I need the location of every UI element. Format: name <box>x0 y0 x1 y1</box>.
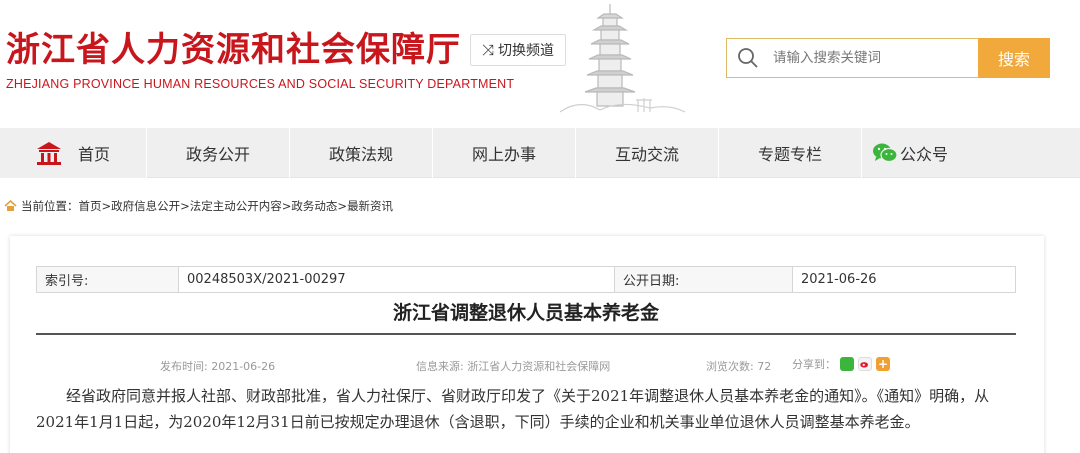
search-input[interactable] <box>773 50 963 66</box>
info-source: 信息来源: 浙江省人力资源和社会保障网 <box>416 360 611 373</box>
nav-label-home: 首页 <box>77 145 110 164</box>
publish-time: 发布时间: 2021-06-26 <box>160 360 276 373</box>
nav-item-wechat[interactable]: 公众号 <box>862 128 968 178</box>
nav-item-policies[interactable]: 政策法规 <box>290 128 433 178</box>
location-home-icon <box>4 200 17 211</box>
share-label: 分享到： <box>792 358 836 371</box>
share-bar: 分享到： + <box>792 356 890 372</box>
nav-label-wechat: 公众号 <box>900 145 949 164</box>
site-subtitle-en: ZHEJIANG PROVINCE HUMAN RESOURCES AND SO… <box>6 77 515 91</box>
article-meta-table: 索引号: 00248503X/2021-00297 公开日期: 2021-06-… <box>36 266 1016 293</box>
search-icon <box>738 48 758 68</box>
breadcrumb-separator: > <box>101 199 112 213</box>
breadcrumb-item[interactable]: 首页 <box>79 198 102 214</box>
pagoda-illustration-icon <box>559 4 686 113</box>
breadcrumb-item[interactable]: 最新资讯 <box>347 198 393 214</box>
nav-item-home[interactable]: 首页 <box>0 128 147 178</box>
article-body: 经省政府同意并报人社部、财政部批准，省人力社保厅、省财政厅印发了《关于2021年… <box>36 383 1026 435</box>
view-count: 浏览次数: 72 <box>706 360 772 373</box>
index-value: 00248503X/2021-00297 <box>178 266 615 293</box>
nav-item-interaction[interactable]: 互动交流 <box>576 128 719 178</box>
breadcrumb-separator: > <box>180 199 190 213</box>
nav-item-online-services[interactable]: 网上办事 <box>433 128 576 178</box>
date-label: 公开日期: <box>614 266 793 293</box>
plus-share-icon[interactable]: + <box>876 357 890 371</box>
nav-item-special-topics[interactable]: 专题专栏 <box>719 128 862 178</box>
title-divider <box>36 333 1016 335</box>
home-icon <box>36 142 61 165</box>
shuffle-icon: ⤨ <box>481 41 494 59</box>
weibo-share-icon[interactable] <box>858 357 872 371</box>
wechat-icon <box>873 143 898 163</box>
site-title[interactable]: 浙江省人力资源和社会保障厅 <box>6 22 461 71</box>
search-box <box>726 38 978 78</box>
date-value: 2021-06-26 <box>792 266 1016 293</box>
breadcrumb-item[interactable]: 法定主动公开内容 <box>190 198 282 214</box>
search-button[interactable]: 搜索 <box>978 38 1050 78</box>
article-paragraph: 经省政府同意并报人社部、财政部批准，省人力社保厅、省财政厅印发了《关于2021年… <box>36 387 990 431</box>
nav-spacer <box>968 128 1080 177</box>
site-header: 浙江省人力资源和社会保障厅 ZHEJIANG PROVINCE HUMAN RE… <box>0 0 1080 128</box>
breadcrumb-separator: > <box>337 199 348 213</box>
breadcrumb-item[interactable]: 政务动态 <box>291 198 337 214</box>
breadcrumb: 当前位置： 首页 > 政府信息公开 > 法定主动公开内容 > 政务动态 > 最新… <box>4 198 393 214</box>
index-label: 索引号: <box>36 266 179 293</box>
breadcrumb-prefix: 当前位置： <box>21 199 79 213</box>
breadcrumb-separator: > <box>281 199 292 213</box>
breadcrumb-item[interactable]: 政府信息公开 <box>111 198 180 214</box>
wechat-share-icon[interactable] <box>840 357 854 371</box>
main-nav: 首页 政务公开 政策法规 网上办事 互动交流 专题专栏 公众号 <box>0 128 1080 178</box>
nav-item-government-affairs[interactable]: 政务公开 <box>147 128 290 178</box>
article-title: 浙江省调整退休人员基本养老金 <box>392 302 659 324</box>
